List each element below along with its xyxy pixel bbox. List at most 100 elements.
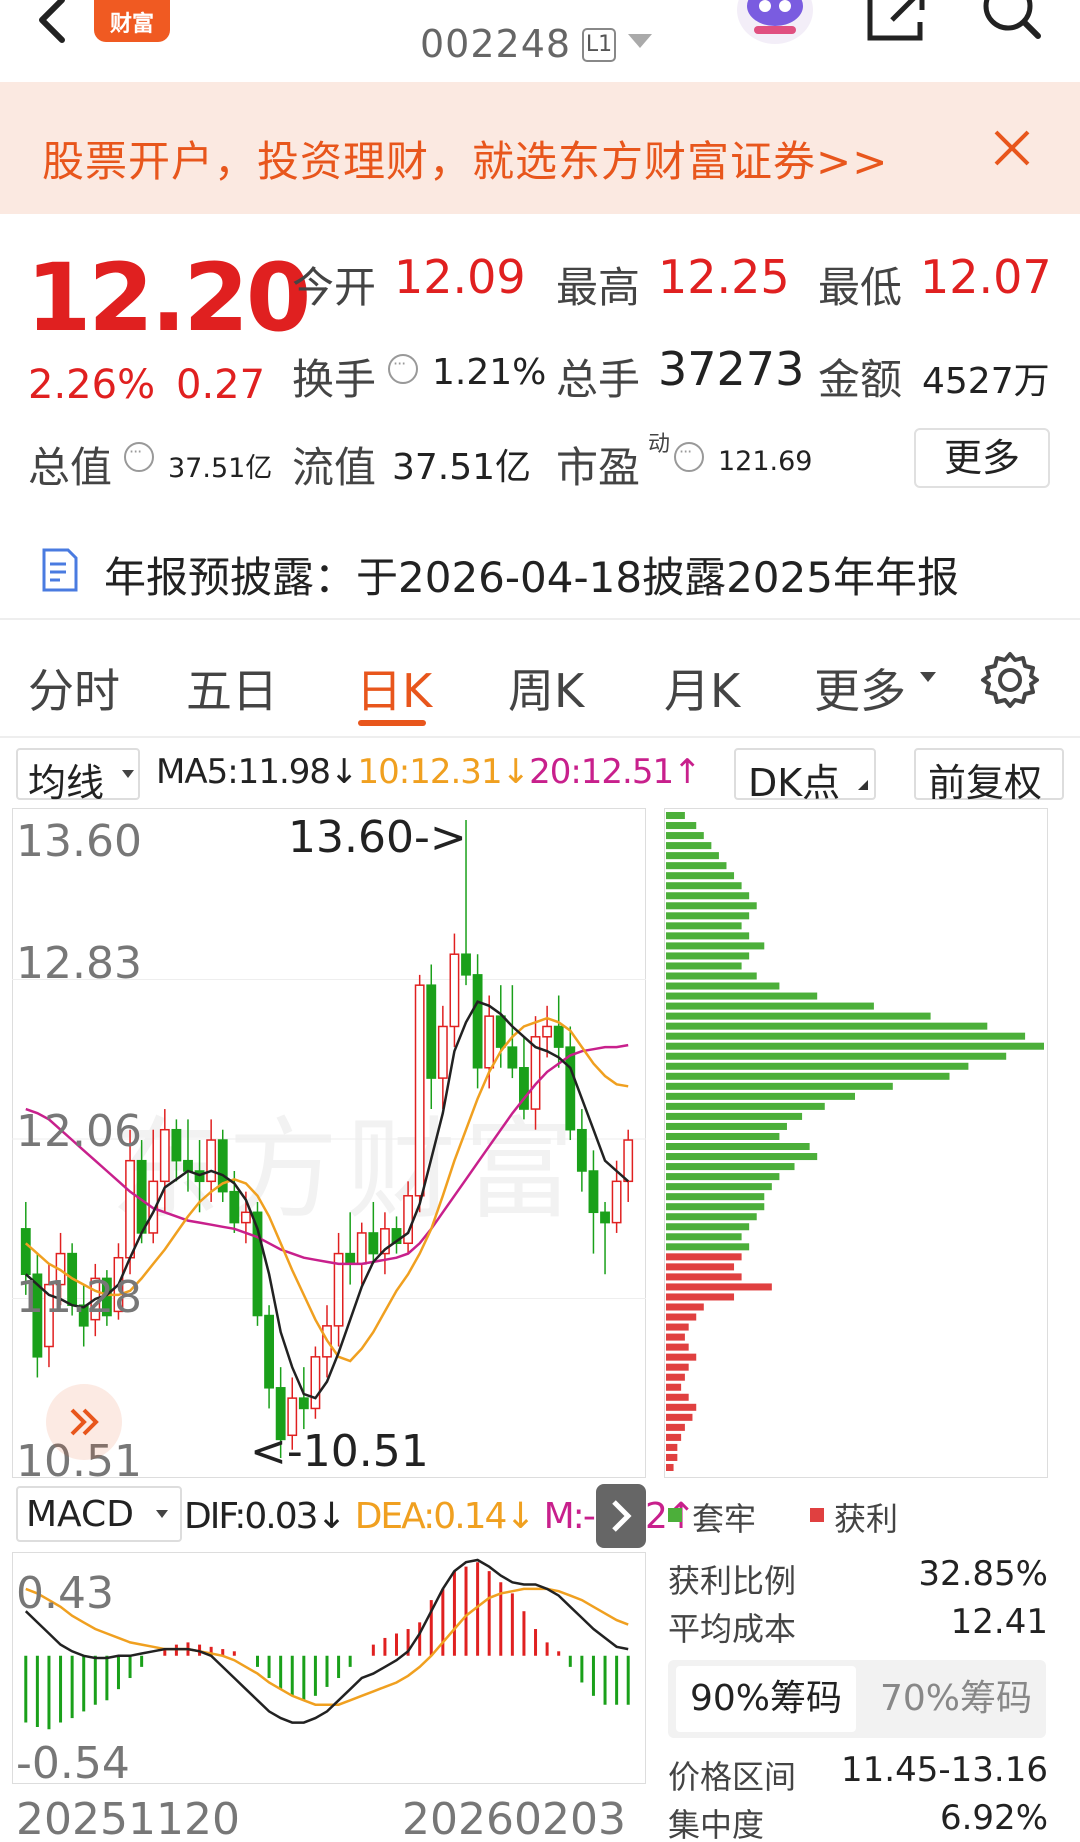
tab-chip-90[interactable]: 90%筹码 — [676, 1666, 856, 1732]
legend-profit: 获利 — [834, 1500, 899, 1538]
close-icon[interactable] — [990, 126, 1034, 170]
chip-bar-profit — [666, 1463, 674, 1471]
chip-bar-profit — [666, 1333, 685, 1341]
macd-indicator-select[interactable]: MACD — [16, 1486, 182, 1542]
candle-body — [449, 953, 460, 1028]
promo-banner[interactable]: 股票开户，投资理财，就选东方财富证券>> — [0, 82, 1080, 214]
candle-body — [461, 953, 471, 976]
chip-bar-loss — [666, 932, 750, 940]
open-value: 12.09 — [394, 250, 526, 304]
candle-body — [171, 1128, 182, 1162]
candle-body — [484, 1015, 495, 1069]
more-quote-button[interactable]: 更多 — [914, 428, 1050, 488]
high-marker: 13.60-> — [288, 812, 467, 863]
chip-bar-profit — [666, 1383, 682, 1391]
back-arrow-icon[interactable] — [22, 0, 82, 50]
candle-body — [472, 974, 483, 1069]
chip-bar-loss — [666, 912, 750, 920]
candle-body — [125, 1159, 135, 1259]
chip-bar-loss — [666, 1102, 825, 1110]
tab-daily-k[interactable]: 日K — [356, 655, 432, 721]
concentration-value: 6.92% — [939, 1798, 1048, 1838]
level-badge[interactable]: L1 — [582, 28, 616, 62]
share-icon[interactable] — [862, 0, 932, 46]
chip-bar-loss — [666, 1132, 780, 1140]
corner-indicator-icon — [858, 780, 868, 790]
info-icon[interactable] — [388, 354, 418, 384]
chip-bar-profit — [666, 1413, 693, 1421]
chip-bar-profit — [666, 1453, 678, 1461]
chip-bar-loss — [666, 902, 757, 910]
candle-body — [588, 1170, 599, 1214]
chip-bar-loss — [666, 972, 757, 980]
ma10-value: 10:12.31↓ — [357, 752, 531, 792]
chip-bar-profit — [666, 1353, 697, 1361]
chip-bar-loss — [666, 1223, 750, 1231]
tab-five-day[interactable]: 五日 — [186, 655, 278, 721]
annual-report-notice[interactable]: 年报预披露：于2026-04-18披露2025年年报 — [104, 544, 959, 605]
high-value: 12.25 — [658, 250, 790, 304]
candle-body — [20, 1228, 31, 1275]
dif-line — [24, 1558, 629, 1724]
chip-bar-loss — [666, 1233, 742, 1241]
float-cap-label: 流值 — [292, 443, 377, 492]
turnover-label: 换手 — [292, 355, 377, 404]
chip-bar-profit — [666, 1393, 689, 1401]
chip-bar-loss — [666, 1062, 969, 1070]
ma20-value: 20:12.51↑ — [529, 752, 702, 792]
ma-values: MA5:11.98↓10:12.31↓20:12.51↑ — [156, 752, 702, 792]
chip-bar-loss — [666, 1042, 1044, 1050]
adjust-select[interactable]: 前复权 — [914, 748, 1064, 805]
change-percent: 2.26% — [28, 362, 156, 408]
chip-bar-loss — [666, 852, 719, 860]
dk-point-label: DK点 — [748, 761, 841, 805]
dk-point-button[interactable]: DK点 — [734, 748, 876, 805]
tab-monthly-k[interactable]: 月K — [664, 655, 740, 721]
low-marker: <-10.51 — [250, 1426, 429, 1477]
chip-bar-loss — [666, 1022, 988, 1030]
tab-weekly-k[interactable]: 周K — [508, 655, 584, 721]
ma5-value: MA5:11.98↓ — [156, 752, 359, 792]
candle-body — [437, 1025, 448, 1079]
chevron-right-icon[interactable] — [596, 1484, 646, 1548]
tab-chip-70[interactable]: 70%筹码 — [866, 1666, 1046, 1732]
chip-bar-loss — [666, 1173, 780, 1181]
legend-swatch-profit — [810, 1508, 824, 1522]
info-icon[interactable] — [674, 442, 704, 472]
info-icon[interactable] — [124, 442, 154, 472]
chevron-down-icon[interactable] — [628, 34, 652, 48]
promo-banner-text[interactable]: 股票开户，投资理财，就选东方财富证券>> — [42, 128, 888, 189]
chip-bar-loss — [666, 982, 780, 990]
chevron-down-icon[interactable] — [920, 672, 936, 682]
adjust-label: 前复权 — [928, 761, 1043, 805]
amount-label: 金额 — [818, 355, 903, 404]
chip-bar-profit — [666, 1343, 689, 1351]
candle-body — [345, 1252, 356, 1265]
price-range-label: 价格区间 — [668, 1758, 797, 1796]
gear-icon[interactable] — [980, 650, 1040, 710]
high-label: 最高 — [556, 263, 641, 312]
indicator-select[interactable]: 均线 — [16, 748, 140, 805]
chip-bar-profit — [666, 1443, 678, 1451]
robot-assistant-icon[interactable] — [734, 0, 816, 46]
chip-bar-loss — [666, 922, 742, 930]
tab-more[interactable]: 更多 — [814, 655, 906, 721]
macd-indicator-label: MACD — [26, 1494, 134, 1535]
chip-bar-loss — [666, 1193, 765, 1201]
tab-intraday[interactable]: 分时 — [28, 655, 120, 721]
pe-value: 121.69 — [718, 446, 813, 477]
expand-chevrons-icon[interactable] — [46, 1384, 122, 1460]
market-cap-label: 总值 — [28, 443, 113, 492]
candle-body — [507, 1046, 518, 1069]
candle-body — [310, 1356, 321, 1410]
chip-bar-loss — [666, 1163, 795, 1171]
chip-bar-profit — [666, 1323, 689, 1331]
candle-body — [542, 1025, 553, 1038]
candle-body — [159, 1128, 170, 1183]
concentration-label: 集中度 — [668, 1806, 765, 1842]
search-icon[interactable] — [976, 0, 1046, 44]
y-axis-label: 12.06 — [16, 1106, 142, 1157]
chip-bar-profit — [666, 1283, 772, 1291]
chip-distribution-plot — [666, 812, 1044, 1471]
chip-bar-loss — [666, 882, 742, 890]
